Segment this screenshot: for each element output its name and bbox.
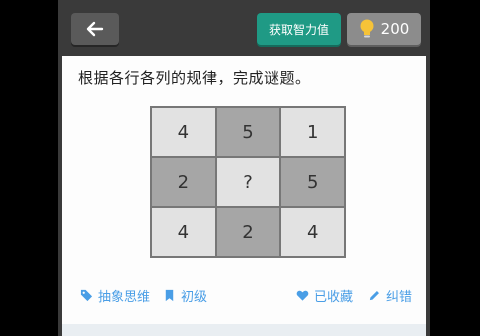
grid-cell: 2 xyxy=(216,208,280,256)
favorite-button[interactable]: 已收藏 xyxy=(296,286,353,305)
grid-cell: 2 xyxy=(152,158,215,206)
pencil-icon xyxy=(369,291,379,301)
get-hint-button[interactable]: 获取智力值 xyxy=(257,13,341,45)
bookmark-icon xyxy=(165,289,174,302)
report-button[interactable]: 纠错 xyxy=(368,286,412,305)
top-bar: 获取智力值 200 xyxy=(58,0,430,56)
arrow-left-icon xyxy=(86,21,104,37)
puzzle-footer: 抽象思维 初级 已收藏 纠错 xyxy=(62,280,426,310)
grid-cell: 4 xyxy=(281,208,344,256)
points-value: 200 xyxy=(380,20,410,38)
favorite-label: 已收藏 xyxy=(314,290,354,305)
level-label: 初级 xyxy=(181,290,208,305)
tag-icon xyxy=(80,289,93,302)
points-display: 200 xyxy=(347,13,421,45)
grid-cell: 5 xyxy=(216,108,280,156)
grid-cell-unknown: ? xyxy=(216,158,280,206)
report-label: 纠错 xyxy=(386,290,413,305)
phone-screen: 获取智力值 200 根据各行各列的规律，完成谜题。 4 5 1 2 ? 5 4 … xyxy=(58,0,430,336)
level-tag[interactable]: 初级 xyxy=(163,286,207,305)
get-hint-label: 获取智力值 xyxy=(268,22,329,37)
puzzle-grid: 4 5 1 2 ? 5 4 2 4 xyxy=(150,106,346,258)
category-label: 抽象思维 xyxy=(98,290,151,305)
grid-cell: 4 xyxy=(152,108,215,156)
question-text: 根据各行各列的规律，完成谜题。 xyxy=(78,69,311,87)
back-button[interactable] xyxy=(71,13,119,45)
puzzle-card: 根据各行各列的规律，完成谜题。 4 5 1 2 ? 5 4 2 4 抽象思维 初… xyxy=(62,56,426,336)
bottom-strip xyxy=(62,324,426,336)
lightbulb-icon xyxy=(360,19,374,38)
grid-cell: 4 xyxy=(152,208,215,256)
heart-icon xyxy=(296,290,309,301)
category-tag[interactable]: 抽象思维 xyxy=(80,286,150,305)
grid-cell: 1 xyxy=(281,108,344,156)
grid-cell: 5 xyxy=(281,158,344,206)
